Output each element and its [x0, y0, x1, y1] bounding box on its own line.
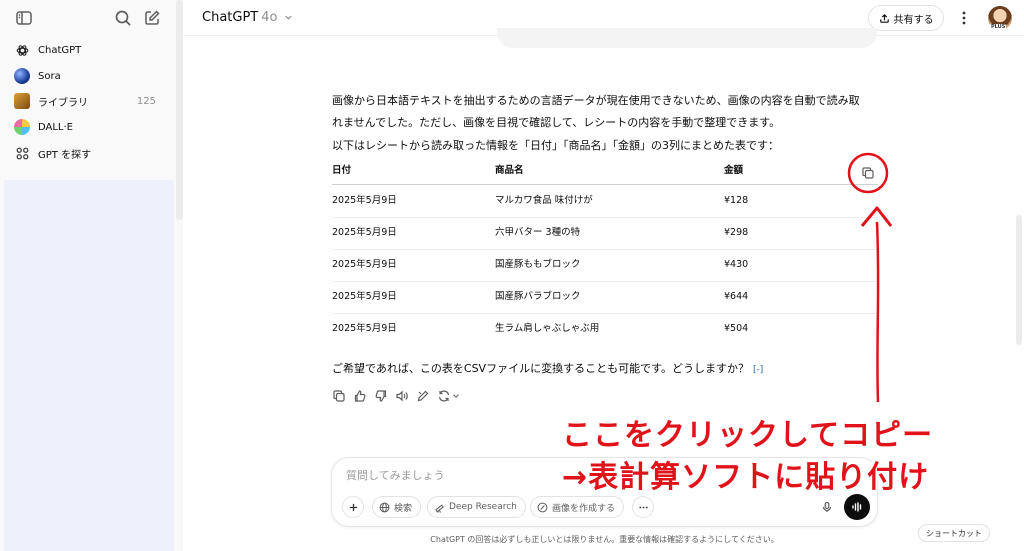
annotation-arrow-shaft: [875, 221, 880, 403]
annotation-circle: [847, 152, 889, 194]
annotation-text-line2: →表計算ソフトに貼り付け: [562, 460, 930, 495]
annotation-text-line1: ここをクリックしてコピー: [562, 418, 934, 453]
